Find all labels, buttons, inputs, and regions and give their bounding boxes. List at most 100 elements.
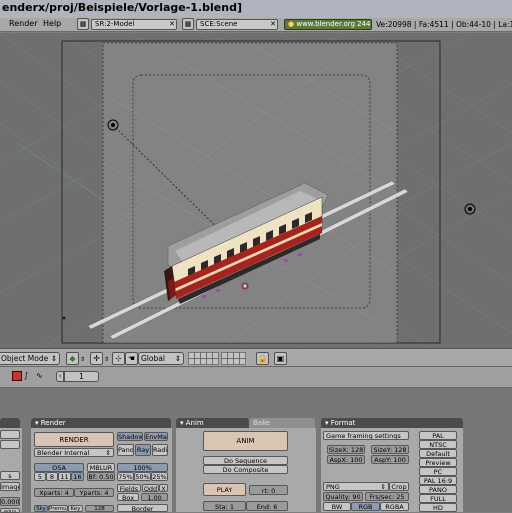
do-sequence-toggle[interactable]: Do Sequence [203,456,288,465]
osa-16[interactable]: 16 [71,472,84,481]
shadow-toggle[interactable]: Shadow [117,432,143,441]
key-toggle[interactable]: Key [68,505,83,512]
percent-100[interactable]: 100% [117,463,168,472]
end-frame-field[interactable]: End: 6 [246,501,288,511]
preset-full[interactable]: FULL [419,494,457,503]
radio-toggle[interactable]: Radi [152,444,168,456]
manipulator-icon[interactable]: ⊹ [112,352,125,365]
lock-icon[interactable]: 🔒 [256,352,269,365]
info-header: Render Help ▦ SR:2-Model ✕ ▦ SCE:Scene ✕… [0,18,512,32]
sky-toggle[interactable]: Sky [34,505,48,512]
anim-tab-title: Anim [185,419,204,427]
draw-type-icon[interactable]: ◆ [66,352,79,365]
render-context-icon[interactable] [12,371,22,381]
orientation-select[interactable]: Global ⇕ [138,352,184,365]
screen-browse-icon[interactable]: ▦ [77,18,89,30]
scene-browse-icon[interactable]: ▦ [182,18,194,30]
hand-icon[interactable]: ☚ [125,352,138,365]
mode-select[interactable]: Object Mode ⇕ [0,352,60,365]
envmap-toggle[interactable]: EnvMa [144,432,168,441]
blender-url-link[interactable]: ● www.blender.org 244 [284,19,372,30]
preset-ntsc[interactable]: NTSC [419,440,457,449]
filter-size-field[interactable]: 1.00 [141,493,168,501]
left-panel-item[interactable]: eous [0,508,20,513]
xparts-field[interactable]: Xparts: 4 [34,488,74,497]
file-format-select[interactable]: PNG ⇕ [323,482,389,491]
aspy-field[interactable]: AspY: 100 [371,455,409,464]
left-panel-value[interactable]: 0.000 [0,497,20,506]
percent-50[interactable]: 50% [134,472,151,481]
left-panel: s Image 0.000 eous [0,428,22,513]
odd-toggle[interactable]: Odd [142,484,159,492]
rgba-toggle[interactable]: RGBA [380,502,409,511]
sizex-field[interactable]: SizeX: 128 [327,445,365,454]
wave-icon[interactable]: ∿ [36,371,43,380]
menu-help[interactable]: Help [43,19,61,28]
frame-decrement[interactable]: ‹ [56,371,64,382]
bf-field[interactable]: Bf: 0.50 [87,472,115,481]
preset-preview[interactable]: Preview [419,458,457,467]
preset-pano[interactable]: PANO [419,485,457,494]
triangle-down-icon: ▾ [180,419,184,427]
bake-panel-tab[interactable]: Bake [249,418,315,428]
empty-object-icon [62,316,66,320]
fields-toggle[interactable]: Fields [117,484,141,492]
osa-5[interactable]: 5 [34,472,46,481]
size-field[interactable]: 128 [85,505,114,512]
preset-default[interactable]: Default [419,449,457,458]
anim-panel-tab[interactable]: ▾ Anim [176,418,249,428]
preset-hd[interactable]: HD [419,503,457,512]
border-toggle[interactable]: Border [117,504,168,512]
3d-viewport[interactable] [0,33,512,348]
menu-render[interactable]: Render [9,19,37,28]
do-composite-toggle[interactable]: Do Composite [203,465,288,474]
frame-field[interactable]: 1 [64,371,99,382]
left-panel-item[interactable]: s [0,471,20,480]
close-icon[interactable]: ✕ [169,20,175,29]
osa-8[interactable]: 8 [46,472,58,481]
osa-toggle[interactable]: OSA [34,463,84,472]
left-panel-field[interactable] [0,430,20,439]
pano-toggle[interactable]: Pano [117,444,134,456]
rt-field[interactable]: rt: 0 [249,485,288,495]
preset-pal[interactable]: PAL [419,431,457,440]
yparts-field[interactable]: Yparts: 4 [74,488,114,497]
mblur-toggle[interactable]: MBLUR [87,463,115,472]
chevron-updown-icon: ⇕ [50,354,57,363]
screen-field[interactable]: SR:2-Model ✕ [91,19,177,30]
osa-11[interactable]: 11 [58,472,71,481]
play-button[interactable]: PLAY [203,483,246,496]
blender-logo-icon: ● [288,20,295,28]
render-panel-tab[interactable]: ▾ Render [31,418,171,428]
game-framing-button[interactable]: Game framing settings [323,431,409,440]
percent-75[interactable]: 75% [117,472,134,481]
curve-icon[interactable]: ∫ [24,371,28,380]
left-panel-tab[interactable] [0,418,20,428]
start-frame-field[interactable]: Sta: 1 [203,501,246,511]
x-toggle[interactable]: X [159,484,168,492]
renderer-select[interactable]: Blender Internal ⇕ [34,448,114,457]
layer-buttons[interactable] [188,352,250,365]
premul-toggle[interactable]: Premul [48,505,68,512]
anim-button[interactable]: ANIM [203,431,288,451]
preset-pal-16-9[interactable]: PAL 16:9 [419,476,457,485]
render-view-icon[interactable]: ▣ [274,352,287,365]
pivot-icon[interactable]: ✛ [90,352,103,365]
preset-pc[interactable]: PC [419,467,457,476]
crop-toggle[interactable]: Crop [389,482,409,491]
format-panel-tab[interactable]: ▾ Format [321,418,463,428]
scene-field[interactable]: SCE:Scene ✕ [196,19,278,30]
percent-25[interactable]: 25% [151,472,168,481]
bw-toggle[interactable]: BW [323,502,351,511]
rgb-toggle[interactable]: RGB [351,502,380,511]
render-button[interactable]: RENDER [34,432,114,447]
fps-field[interactable]: Frs/sec: 25 [365,492,409,501]
ray-toggle[interactable]: Ray [135,444,151,456]
close-icon[interactable]: ✕ [270,20,276,29]
sizey-field[interactable]: SizeY: 128 [371,445,409,454]
left-panel-field[interactable] [0,440,20,449]
quality-field[interactable]: Quality: 90 [323,492,363,501]
filter-type-select[interactable]: Box [117,493,139,501]
aspx-field[interactable]: AspX: 100 [327,455,365,464]
left-panel-image-button[interactable]: Image [0,482,20,491]
